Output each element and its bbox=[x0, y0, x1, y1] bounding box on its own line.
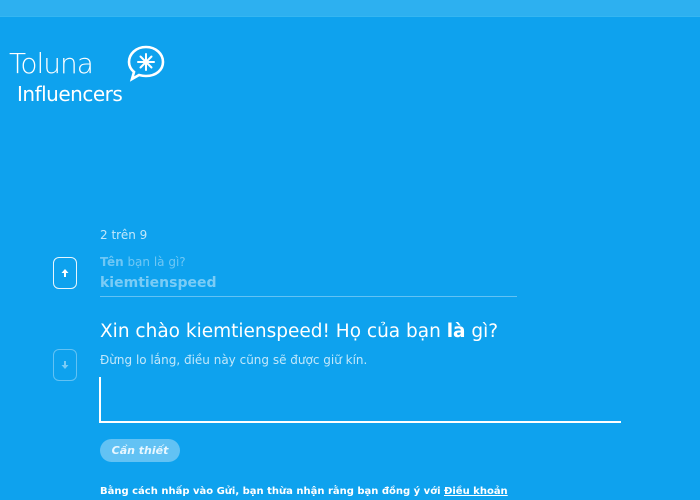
terms-notice: Bằng cách nhấp vào Gửi, bạn thừa nhận rằ… bbox=[100, 486, 508, 497]
previous-question-label: Tên bạn là gì? bbox=[100, 255, 186, 269]
top-bar bbox=[0, 0, 700, 17]
question-hint: Đừng lo lắng, điều này cũng sẽ được giữ … bbox=[100, 353, 368, 367]
question-counter: 2 trên 9 bbox=[100, 228, 148, 242]
question-text-bold: là bbox=[446, 321, 466, 342]
last-name-input[interactable] bbox=[99, 377, 621, 423]
required-badge: Cần thiết bbox=[100, 439, 180, 462]
next-question-button[interactable] bbox=[53, 349, 77, 381]
speech-bubble-sparkle-icon bbox=[127, 45, 165, 82]
previous-answer[interactable]: kiemtienspeed bbox=[100, 275, 217, 291]
previous-question-label-rest: bạn là gì? bbox=[123, 255, 186, 269]
current-question: Xin chào kiemtienspeed! Họ của bạn là gì… bbox=[100, 321, 498, 342]
question-text-start: Xin chào kiemtienspeed! Họ của bạn bbox=[100, 321, 447, 342]
arrow-up-icon bbox=[61, 269, 69, 277]
previous-question-label-bold: Tên bbox=[100, 255, 124, 269]
terms-link[interactable]: Điều khoản bbox=[444, 486, 508, 497]
question-text-end: gì? bbox=[465, 321, 499, 342]
logo-line-2: Influencers bbox=[17, 82, 123, 106]
previous-answer-underline bbox=[100, 296, 517, 297]
toluna-influencers-logo[interactable]: Toluna Influencers bbox=[9, 44, 169, 110]
arrow-down-icon bbox=[61, 361, 69, 369]
logo-line-1: Toluna bbox=[9, 47, 94, 80]
previous-question-button[interactable] bbox=[53, 257, 77, 289]
terms-text: Bằng cách nhấp vào Gửi, bạn thừa nhận rằ… bbox=[100, 486, 444, 497]
